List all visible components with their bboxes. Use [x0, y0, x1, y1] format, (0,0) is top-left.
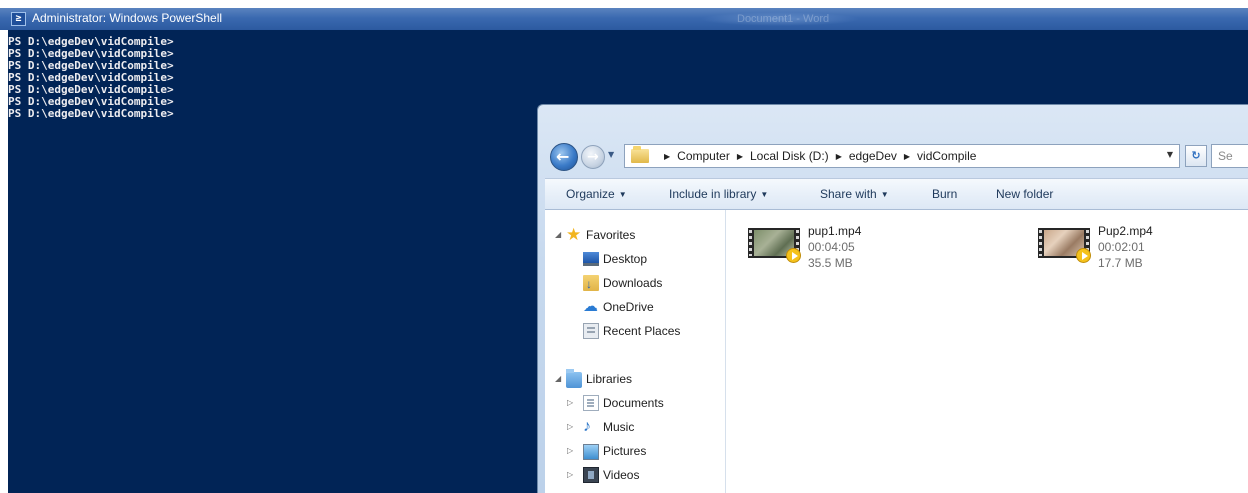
sidebar-item-label: Documents — [603, 396, 664, 410]
arrow-right-icon: → — [587, 149, 599, 165]
breadcrumb-computer[interactable]: Computer — [677, 149, 730, 164]
documents-icon — [583, 395, 599, 411]
libraries-icon — [566, 369, 582, 388]
breadcrumb-separator-icon[interactable]: ▶ — [897, 149, 917, 164]
breadcrumb-separator-icon[interactable]: ▶ — [657, 149, 677, 164]
background-window-title: Document1 - Word — [737, 13, 830, 25]
video-thumbnail — [748, 228, 801, 264]
collapse-triangle-icon[interactable]: ◢ — [555, 224, 561, 246]
window-title: Administrator: Windows PowerShell — [32, 11, 223, 25]
sidebar-item-label: Desktop — [603, 252, 648, 266]
collapse-triangle-icon[interactable]: ◢ — [555, 368, 561, 390]
burn-label: Burn — [932, 187, 958, 201]
arrow-left-icon: ← — [556, 147, 570, 166]
search-input[interactable]: Se — [1211, 144, 1248, 168]
file-name: Pup2.mp4 — [1098, 224, 1153, 238]
file-duration: 00:02:01 — [1098, 240, 1145, 254]
folder-icon — [631, 146, 649, 163]
film-holes — [749, 230, 752, 256]
sidebar-item-label: Videos — [603, 468, 640, 482]
breadcrumb-edgedev[interactable]: edgeDev — [849, 149, 897, 164]
file-size: 17.7 MB — [1098, 256, 1143, 270]
organize-label: Organize — [566, 187, 615, 201]
explorer-window: ← → ▼ ▶ Computer ▶ Local Disk (D:) ▶ edg… — [537, 104, 1248, 493]
breadcrumb-separator-icon[interactable]: ▶ — [829, 149, 849, 164]
film-holes — [1039, 230, 1042, 256]
sidebar-item-label: Pictures — [603, 444, 647, 458]
desktop-icon — [583, 252, 599, 266]
play-icon — [1076, 248, 1091, 263]
include-in-library-label: Include in library — [669, 187, 757, 201]
address-dropdown-icon[interactable]: ▼ — [1167, 150, 1173, 159]
sidebar-item-label: Downloads — [603, 276, 663, 290]
sidebar-item-label: Recent Places — [603, 324, 681, 338]
share-with-button[interactable]: Share with ▼ — [820, 179, 889, 210]
explorer-navigation-bar: ← → ▼ ▶ Computer ▶ Local Disk (D:) ▶ edg… — [545, 142, 1248, 172]
sidebar-item-label: Libraries — [586, 372, 633, 386]
share-with-label: Share with — [820, 187, 877, 201]
onedrive-icon: ☁ — [583, 298, 598, 315]
downloads-icon — [583, 273, 599, 295]
breadcrumb-vidcompile[interactable]: vidCompile — [917, 149, 976, 164]
video-thumbnail — [1038, 228, 1091, 264]
expand-triangle-icon[interactable]: ▷ — [567, 464, 573, 486]
file-size: 35.5 MB — [808, 256, 853, 270]
navigation-pane[interactable]: ◢ ★ Favorites Desktop Downloads ☁ OneDri… — [545, 210, 726, 493]
star-icon: ★ — [566, 225, 582, 244]
new-folder-button[interactable]: New folder — [996, 179, 1053, 210]
history-dropdown-icon[interactable]: ▼ — [608, 150, 614, 159]
file-item-pup2[interactable]: Pup2.mp4 00:02:01 17.7 MB — [1038, 224, 1198, 284]
new-folder-label: New folder — [996, 187, 1054, 201]
organize-button[interactable]: Organize ▼ — [566, 179, 627, 210]
file-list[interactable]: pup1.mp4 00:04:05 35.5 MB Pup2.mp4 00:02… — [726, 210, 1248, 493]
file-name: pup1.mp4 — [808, 224, 862, 238]
explorer-body: ◢ ★ Favorites Desktop Downloads ☁ OneDri… — [545, 210, 1248, 493]
play-icon — [786, 248, 801, 263]
pictures-icon — [583, 444, 599, 460]
recent-places-icon — [583, 323, 599, 339]
refresh-icon: ↻ — [1191, 149, 1201, 162]
console-output: PS D:\edgeDev\vidCompile> PS D:\edgeDev\… — [8, 36, 174, 120]
breadcrumb-local-disk[interactable]: Local Disk (D:) — [750, 149, 829, 164]
burn-button[interactable]: Burn — [932, 179, 957, 210]
powershell-icon[interactable]: ≥ — [11, 12, 26, 26]
back-button[interactable]: ← — [550, 143, 578, 171]
command-bar: Organize ▼ Include in library ▼ Share with… — [545, 178, 1248, 210]
file-duration: 00:04:05 — [808, 240, 855, 254]
chevron-down-icon: ▼ — [618, 190, 627, 199]
include-in-library-button[interactable]: Include in library ▼ — [669, 179, 768, 210]
expand-triangle-icon[interactable]: ▷ — [567, 416, 573, 438]
expand-triangle-icon[interactable]: ▷ — [567, 440, 573, 462]
forward-button[interactable]: → — [581, 145, 605, 169]
breadcrumb: ▶ Computer ▶ Local Disk (D:) ▶ edgeDev ▶… — [657, 149, 976, 164]
sidebar-item-label: OneDrive — [603, 300, 654, 314]
refresh-button[interactable]: ↻ — [1185, 145, 1207, 167]
breadcrumb-separator-icon[interactable]: ▶ — [730, 149, 750, 164]
address-bar[interactable]: ▶ Computer ▶ Local Disk (D:) ▶ edgeDev ▶… — [624, 144, 1180, 168]
chevron-down-icon: ▼ — [880, 190, 889, 199]
videos-icon — [583, 467, 599, 483]
file-item-pup1[interactable]: pup1.mp4 00:04:05 35.5 MB — [748, 224, 908, 284]
chevron-down-icon: ▼ — [760, 190, 769, 199]
powershell-titlebar[interactable]: ≥ Administrator: Windows PowerShell Docu… — [0, 8, 1248, 30]
music-note-icon: ♪ — [583, 418, 591, 435]
search-placeholder: Se — [1218, 149, 1233, 163]
sidebar-item-label: Music — [603, 420, 635, 434]
console-line: PS D:\edgeDev\vidCompile> — [8, 107, 174, 120]
sidebar-item-label: Favorites — [586, 228, 636, 242]
expand-triangle-icon[interactable]: ▷ — [567, 392, 573, 414]
